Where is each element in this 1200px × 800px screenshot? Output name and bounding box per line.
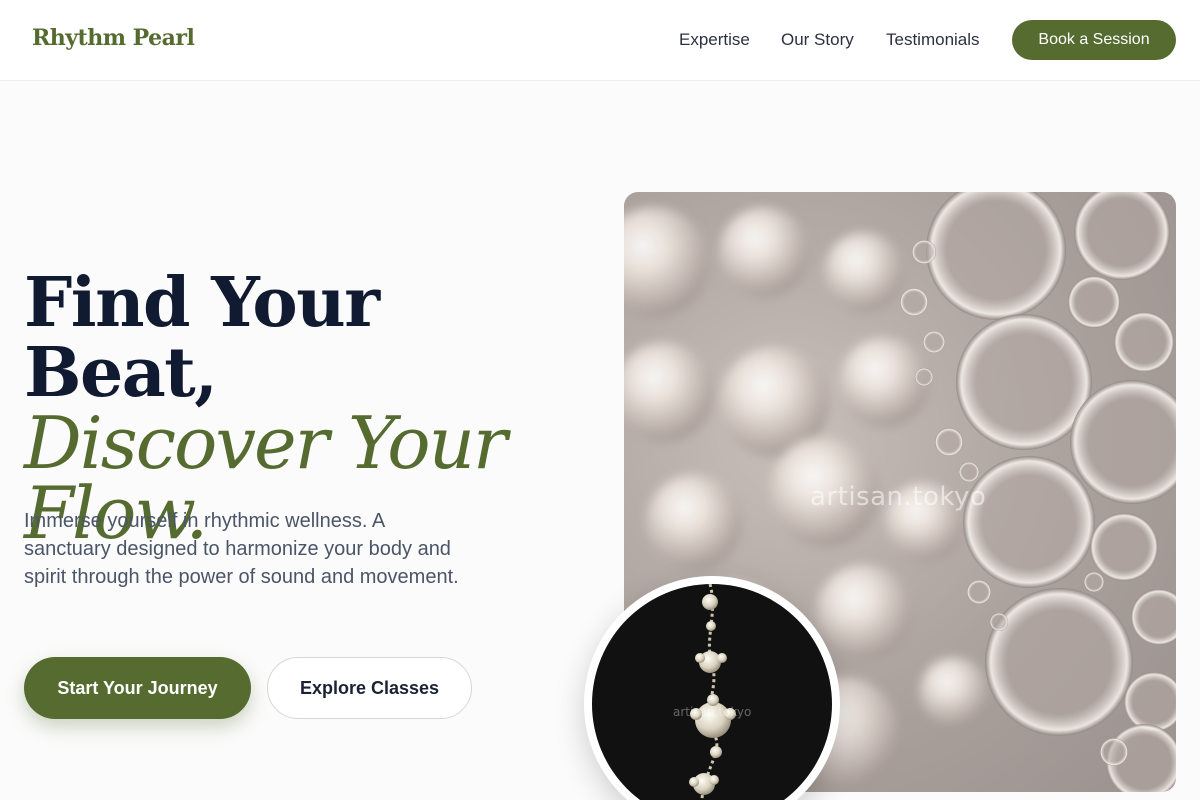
site-header: Rhythm Pearl Expertise Our Story Testimo…: [0, 0, 1200, 81]
necklace-photo: artisan.tokyo: [592, 584, 832, 800]
hero-title: Find Your Beat, Discover Your Flow.: [24, 263, 584, 549]
hero-description: Immerse yourself in rhythmic wellness. A…: [24, 510, 459, 588]
necklace-illustration: [689, 584, 736, 800]
hero-title-line-1: Find Your Beat,: [24, 263, 380, 413]
image-watermark: artisan.tokyo: [810, 482, 987, 512]
brand-logo[interactable]: Rhythm Pearl: [32, 25, 195, 51]
nav-link-our-story[interactable]: Our Story: [781, 30, 854, 50]
explore-classes-button[interactable]: Explore Classes: [267, 657, 472, 719]
hero-title-line-2: Discover Your: [24, 401, 507, 485]
start-journey-button[interactable]: Start Your Journey: [24, 657, 251, 719]
inset-watermark: artisan.tokyo: [673, 705, 752, 719]
nav-link-testimonials[interactable]: Testimonials: [886, 30, 980, 50]
nav-link-expertise[interactable]: Expertise: [679, 30, 750, 50]
book-session-button[interactable]: Book a Session: [1012, 20, 1176, 60]
